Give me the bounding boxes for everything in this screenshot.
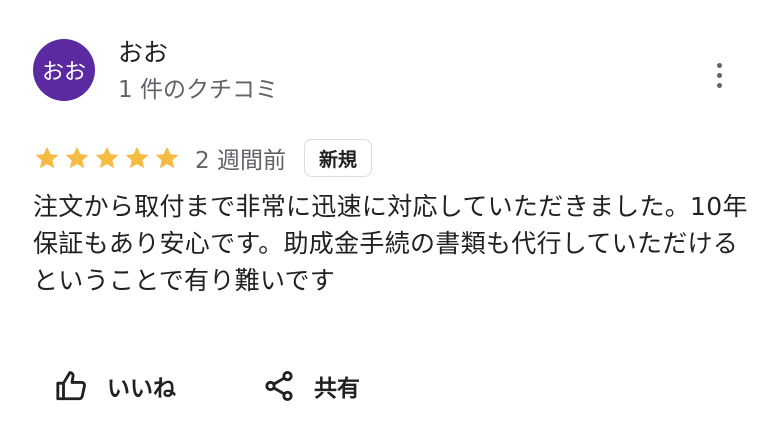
star-icon xyxy=(155,146,179,169)
more-vert-icon-dot xyxy=(716,82,722,88)
author-name[interactable]: おお xyxy=(118,38,168,68)
like-label: いいね xyxy=(107,376,176,402)
more-vert-icon-dot xyxy=(716,72,722,78)
star-icon xyxy=(65,146,89,169)
share-button[interactable]: 共有 xyxy=(262,364,360,408)
rating-row: 2 週間前 新規 xyxy=(33,137,372,179)
star-icon xyxy=(95,146,119,169)
thumb-up-icon xyxy=(56,371,86,401)
avatar[interactable]: おお xyxy=(33,39,95,101)
review-text: 注文から取付まで非常に迅速に対応していただきました。10年保証もあり安心です。助… xyxy=(33,192,748,295)
share-label: 共有 xyxy=(314,376,360,402)
new-badge: 新規 xyxy=(303,139,372,177)
review-time: 2 週間前 xyxy=(195,148,286,174)
star-icon xyxy=(35,146,59,169)
more-vert-icon xyxy=(716,62,722,68)
star-rating xyxy=(33,144,181,172)
author-review-count: 1 件のクチコミ xyxy=(118,77,278,103)
avatar-initials: おお xyxy=(41,60,86,85)
like-button[interactable]: いいね xyxy=(55,364,176,408)
more-options-button[interactable] xyxy=(705,58,733,92)
share-icon xyxy=(265,370,293,402)
star-icon xyxy=(125,146,149,169)
